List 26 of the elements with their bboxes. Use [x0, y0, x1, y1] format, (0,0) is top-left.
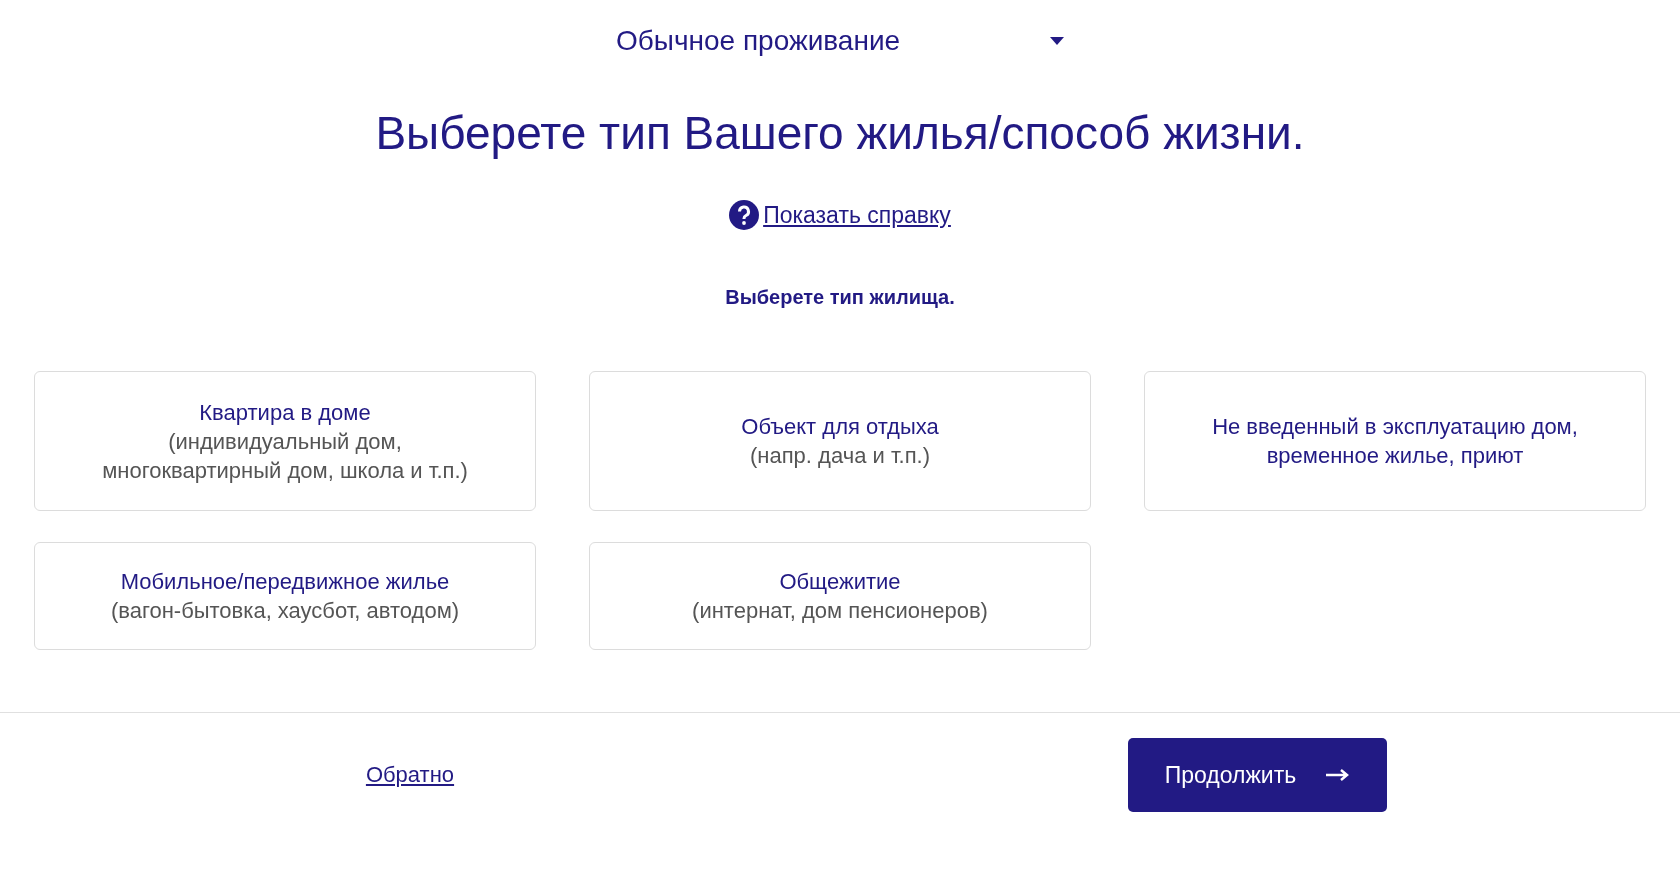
housing-option-card[interactable]: Квартира в доме (индивидуальный дом, многоквартирный дом, школа и т.п.): [34, 371, 536, 511]
caret-icon: [1050, 37, 1064, 45]
option-description: (вагон-бытовка, хаусбот, автодом): [110, 597, 460, 625]
option-title: Объект для отдыха: [741, 413, 939, 441]
housing-dropdown[interactable]: Обычное проживание: [616, 22, 1064, 60]
help-link[interactable]: Показать справку: [763, 201, 951, 229]
option-title: временное жилье, приют: [1266, 442, 1524, 470]
option-title: Квартира в доме: [199, 398, 371, 427]
option-title: Мобильное/передвижное жилье: [120, 568, 450, 596]
arrow-right-icon: [1326, 769, 1351, 781]
housing-option-card[interactable]: Общежитие (интернат, дом пенсионеров): [589, 542, 1091, 650]
housing-option-card[interactable]: Не введенный в эксплуатацию дом, временное жилье, приют: [1144, 371, 1646, 511]
back-link[interactable]: Обратно: [365, 762, 455, 788]
page-title: Выберете тип Вашего жилья/способ жизни.: [375, 106, 1305, 160]
option-title: Общежитие: [779, 568, 901, 596]
option-title: Не введенный в эксплуатацию дом,: [1212, 413, 1578, 441]
continue-button[interactable]: Продолжить: [1128, 738, 1387, 812]
housing-option-card[interactable]: Мобильное/передвижное жилье (вагон-бытовка, хаусбот, автодом): [34, 542, 536, 650]
section-heading: Выберете тип жилища.: [725, 286, 955, 309]
option-description: (индивидуальный дом,: [168, 427, 402, 456]
option-description: (интернат, дом пенсионеров): [692, 597, 988, 625]
housing-option-card[interactable]: Объект для отдыха (напр. дача и т.п.): [589, 371, 1091, 511]
help-icon[interactable]: [729, 200, 760, 230]
option-description: многоквартирный дом, школа и т.п.): [102, 456, 468, 485]
option-description: (напр. дача и т.п.): [750, 442, 930, 470]
dropdown-value: Обычное проживание: [616, 25, 901, 57]
